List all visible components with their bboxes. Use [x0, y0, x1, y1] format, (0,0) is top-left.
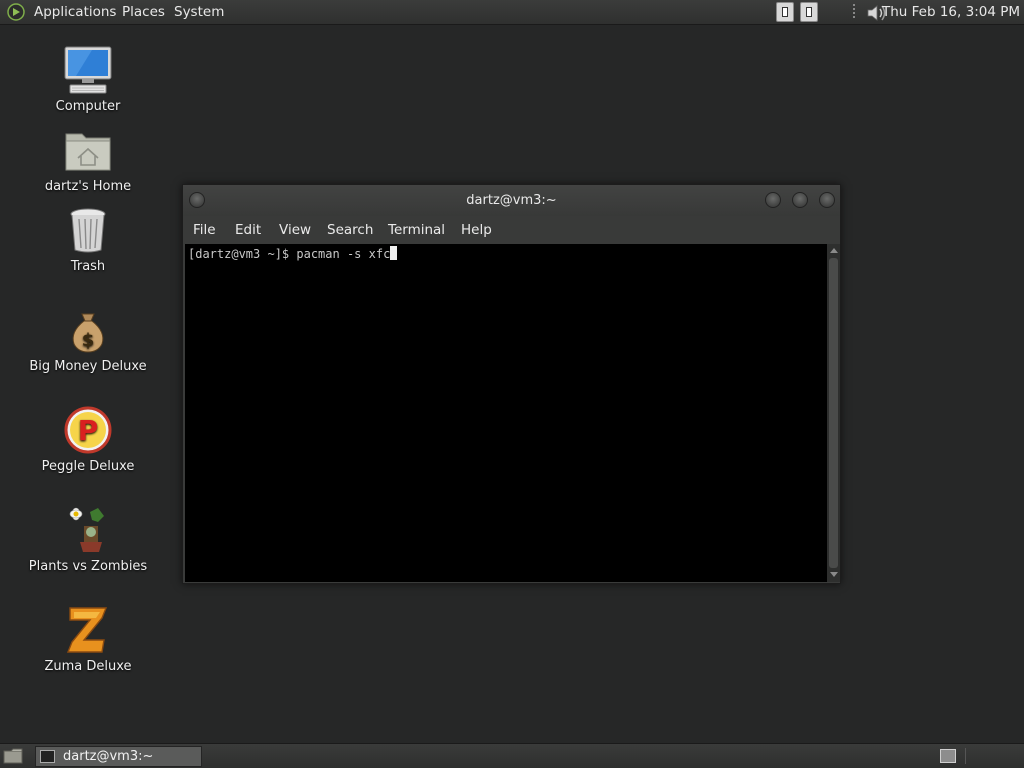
terminal-menubar: File Edit View Search Terminal Help	[183, 216, 840, 244]
terminal-screen[interactable]: [dartz@vm3 ~]$ pacman -s xfc	[185, 244, 827, 582]
workspace-switcher[interactable]	[940, 749, 956, 763]
taskbar-item-label: dartz@vm3:~	[63, 749, 154, 764]
minimize-icon[interactable]	[765, 192, 781, 208]
terminal-icon	[40, 750, 55, 763]
desktop-icon-computer[interactable]: Computer	[28, 44, 148, 114]
desktop-icon-zuma-deluxe[interactable]: Zuma Deluxe	[28, 604, 148, 674]
clock[interactable]: Thu Feb 16, 3:04 PM	[882, 0, 1020, 25]
desktop-icon-peggle-deluxe[interactable]: P Peggle Deluxe	[28, 404, 148, 474]
desktop-icon-trash[interactable]: Trash	[28, 204, 148, 274]
trash-icon	[62, 204, 114, 256]
scrollbar-thumb[interactable]	[829, 258, 838, 568]
desktop-icon-label: Big Money Deluxe	[29, 359, 147, 374]
desktop-icon-label: Peggle Deluxe	[41, 459, 135, 474]
desktop-icon-label: Trash	[70, 259, 106, 274]
scroll-down-arrow-icon[interactable]	[830, 572, 838, 577]
home-folder-icon	[62, 124, 114, 176]
menu-places[interactable]: Places	[122, 0, 165, 25]
close-icon[interactable]	[819, 192, 835, 208]
desktop-icon-plants-vs-zombies[interactable]: Plants vs Zombies	[28, 504, 148, 574]
taskbar-item-terminal[interactable]: dartz@vm3:~	[35, 746, 202, 767]
menu-terminal[interactable]: Terminal	[388, 216, 445, 244]
show-desktop-icon[interactable]	[3, 748, 23, 764]
menu-file[interactable]: File	[193, 216, 216, 244]
desktop-icon-label: dartz's Home	[44, 179, 132, 194]
money-bag-icon: $	[62, 304, 114, 356]
menu-search[interactable]: Search	[327, 216, 373, 244]
plants-vs-zombies-icon	[62, 504, 114, 556]
menu-view[interactable]: View	[279, 216, 311, 244]
applications-menu-icon[interactable]	[7, 3, 25, 21]
desktop-icon-label: Computer	[55, 99, 121, 114]
top-panel: Applications Places System Thu Feb 16, 3…	[0, 0, 1024, 25]
zuma-icon	[62, 604, 114, 656]
bottom-panel: dartz@vm3:~	[0, 743, 1024, 768]
terminal-command-line: [dartz@vm3 ~]$ pacman -s xfc	[188, 246, 398, 262]
window-title: dartz@vm3:~	[466, 193, 557, 208]
text-cursor	[390, 246, 398, 260]
desktop-icon-home[interactable]: dartz's Home	[28, 124, 148, 194]
tray-window-icon[interactable]	[776, 2, 794, 22]
menu-applications[interactable]: Applications	[34, 0, 116, 25]
maximize-icon[interactable]	[792, 192, 808, 208]
scroll-up-arrow-icon[interactable]	[830, 248, 838, 253]
panel-separator	[965, 748, 966, 764]
peggle-icon: P	[62, 404, 114, 456]
desktop-icon-big-money-deluxe[interactable]: $ Big Money Deluxe	[28, 304, 148, 374]
terminal-scrollbar[interactable]	[827, 244, 840, 582]
panel-separator-handle[interactable]	[853, 4, 857, 20]
desktop-icon-label: Plants vs Zombies	[28, 559, 148, 574]
menu-help[interactable]: Help	[461, 216, 492, 244]
terminal-prompt-text: [dartz@vm3 ~]$ pacman -s xfc	[188, 247, 391, 261]
svg-text:P: P	[78, 414, 99, 447]
terminal-titlebar[interactable]: dartz@vm3:~	[183, 185, 840, 216]
menu-system[interactable]: System	[174, 0, 224, 25]
menu-edit[interactable]: Edit	[235, 216, 261, 244]
desktop-icon-label: Zuma Deluxe	[44, 659, 132, 674]
terminal-window[interactable]: dartz@vm3:~ File Edit View Search Termin…	[182, 184, 841, 584]
computer-icon	[62, 44, 114, 96]
svg-text:$: $	[82, 330, 95, 351]
tray-window-icon-2[interactable]	[800, 2, 818, 22]
